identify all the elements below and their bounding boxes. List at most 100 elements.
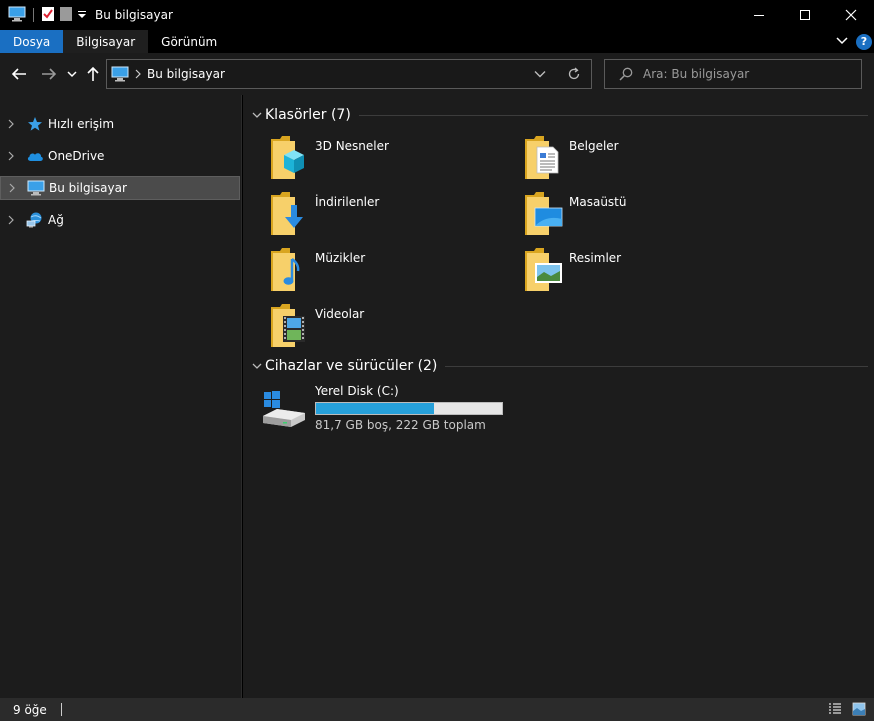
network-icon: [26, 212, 44, 228]
folders-group-header[interactable]: Klasörler (7): [243, 104, 868, 126]
star-icon: [26, 116, 44, 132]
group-divider: [358, 114, 868, 116]
arrow-right-icon: [42, 68, 57, 80]
folder-label: Resimler: [569, 251, 622, 265]
tab-file[interactable]: Dosya: [0, 30, 64, 53]
chevron-down-icon[interactable]: [251, 109, 263, 121]
expand-ribbon-button[interactable]: [836, 35, 848, 49]
videos-folder-icon: [271, 304, 305, 347]
window-title: Bu bilgisayar: [95, 8, 173, 22]
drive-free-space: 81,7 GB boş, 222 GB toplam: [315, 418, 486, 432]
computer-icon[interactable]: [8, 6, 26, 25]
title-bar: Bu bilgisayar: [0, 0, 874, 30]
sidebar-item-label: Ağ: [48, 213, 64, 227]
group-divider: [445, 365, 868, 367]
arrow-up-icon: [87, 66, 99, 81]
sidebar-item-label: Hızlı erişim: [48, 117, 115, 131]
drive-label: Yerel Disk (C:): [315, 384, 399, 398]
folder-label: Belgeler: [569, 139, 619, 153]
close-icon: [845, 9, 857, 21]
chevron-down-icon: [67, 71, 77, 78]
toolbar-separator: [33, 8, 34, 22]
maximize-icon: [800, 10, 810, 20]
back-button[interactable]: [10, 64, 28, 84]
item-count: 9 öğe: [13, 702, 47, 717]
folder-label: Videolar: [315, 307, 365, 321]
folder-label: Müzikler: [315, 251, 366, 265]
folder-pictures[interactable]: Resimler: [524, 247, 764, 297]
tab-view[interactable]: Görünüm: [148, 30, 230, 53]
cloud-icon: [26, 148, 44, 164]
folder-desktop[interactable]: Masaüstü: [524, 191, 764, 241]
folder-3d-objects[interactable]: 3D Nesneler: [270, 135, 510, 185]
help-button[interactable]: ?: [856, 33, 872, 50]
folder-label: 3D Nesneler: [315, 139, 389, 153]
chevron-down-icon[interactable]: [251, 360, 263, 372]
recent-locations-button[interactable]: [66, 64, 78, 84]
forward-button[interactable]: [40, 64, 58, 84]
folder-downloads[interactable]: İndirilenler: [270, 191, 510, 241]
search-icon: [619, 67, 633, 81]
chevron-right-icon[interactable]: [6, 151, 16, 161]
quick-access-toolbar: [0, 0, 87, 30]
drives-group-header[interactable]: Cihazlar ve sürücüler (2): [243, 355, 868, 377]
sidebar-item-this-pc[interactable]: Bu bilgisayar: [0, 176, 240, 200]
ribbon-tabs: Dosya Bilgisayar Görünüm ?: [0, 30, 874, 53]
arrow-left-icon: [11, 68, 26, 80]
status-bar: 9 öğe: [0, 698, 874, 721]
minimize-button[interactable]: [736, 0, 782, 30]
customize-toolbar-icon[interactable]: [77, 6, 87, 25]
ribbon-right-controls: ?: [836, 30, 872, 53]
maximize-button[interactable]: [782, 0, 828, 30]
folder-music[interactable]: Müzikler: [270, 247, 510, 297]
sidebar-item-label: Bu bilgisayar: [49, 181, 127, 195]
refresh-icon: [568, 67, 580, 80]
sidebar-item-quick-access[interactable]: Hızlı erişim: [0, 112, 240, 136]
downloads-folder-icon: [271, 192, 303, 235]
search-box[interactable]: [604, 59, 862, 89]
sidebar-item-label: OneDrive: [48, 149, 105, 163]
chevron-right-icon[interactable]: [135, 69, 141, 79]
tab-computer[interactable]: Bilgisayar: [63, 30, 149, 53]
chevron-down-icon: [534, 71, 546, 78]
pictures-folder-icon: [525, 248, 562, 291]
status-divider: [60, 703, 62, 716]
properties-icon[interactable]: [41, 6, 55, 25]
folder-label: İndirilenler: [315, 195, 380, 209]
up-button[interactable]: [84, 64, 102, 84]
folder-label: Masaüstü: [569, 195, 627, 209]
desktop-folder-icon: [525, 192, 563, 235]
chevron-right-icon[interactable]: [6, 119, 16, 129]
computer-icon: [111, 66, 129, 82]
close-button[interactable]: [828, 0, 874, 30]
details-view-icon: [829, 703, 841, 714]
folder-videos[interactable]: Videolar: [270, 303, 510, 353]
view-switcher: [828, 702, 866, 719]
chevron-down-icon: [836, 36, 848, 44]
sidebar-item-onedrive[interactable]: OneDrive: [0, 144, 240, 168]
address-history-button[interactable]: [523, 60, 557, 88]
drive-usage-fill: [316, 403, 434, 414]
folders-group-title: Klasörler (7): [265, 107, 351, 123]
address-bar[interactable]: Bu bilgisayar: [106, 59, 592, 89]
folder-documents[interactable]: Belgeler: [524, 135, 764, 185]
computer-icon: [27, 180, 45, 196]
3d-objects-folder-icon: [271, 136, 304, 179]
breadcrumb-item[interactable]: Bu bilgisayar: [147, 67, 225, 81]
chevron-right-icon[interactable]: [7, 183, 17, 193]
window-controls: [736, 0, 874, 30]
minimize-icon: [754, 15, 764, 16]
documents-folder-icon: [525, 136, 559, 179]
address-bar-actions: [523, 60, 591, 88]
new-folder-icon[interactable]: [59, 6, 73, 25]
music-folder-icon: [271, 248, 300, 291]
sidebar-item-network[interactable]: Ağ: [0, 208, 240, 232]
drive-usage-bar: [315, 402, 503, 415]
details-view-button[interactable]: [828, 702, 842, 719]
drives-group-title: Cihazlar ve sürücüler (2): [265, 358, 438, 374]
chevron-right-icon[interactable]: [6, 215, 16, 225]
drive-c[interactable]: Yerel Disk (C:) 81,7 GB boş, 222 GB topl…: [261, 384, 521, 434]
search-input[interactable]: [643, 67, 843, 81]
large-icons-view-button[interactable]: [852, 702, 866, 719]
refresh-button[interactable]: [557, 60, 591, 88]
